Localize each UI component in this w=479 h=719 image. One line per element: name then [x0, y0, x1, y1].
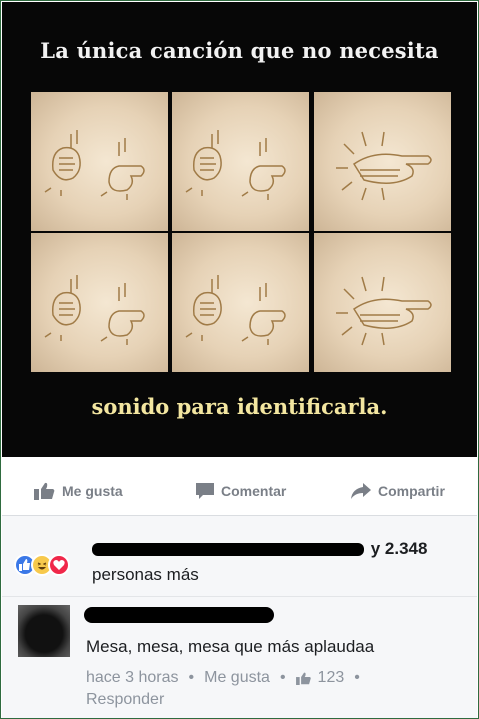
reaction-icons — [14, 554, 84, 578]
comment-likes-count: 123 — [317, 669, 345, 686]
comment-time[interactable]: hace 3 horas — [86, 669, 179, 687]
post-action-bar: Me gusta Comentar Compartir — [2, 459, 477, 516]
separator-dot: • — [279, 669, 286, 686]
panel-stomp-1 — [31, 92, 168, 231]
meme-title: La única canción que no necesita — [40, 38, 439, 63]
thumbs-up-icon — [295, 672, 311, 685]
avatar[interactable] — [18, 605, 70, 657]
reactions-suffix: personas más — [92, 565, 199, 584]
panel-clap-1 — [314, 92, 451, 231]
meme-caption: sonido para identificarla. — [91, 394, 388, 419]
comment-like-link[interactable]: Me gusta — [204, 669, 270, 687]
redacted-names — [92, 543, 364, 557]
like-button-label: Me gusta — [62, 483, 123, 499]
like-button[interactable]: Me gusta — [34, 479, 123, 503]
panel-stomp-2 — [172, 92, 309, 231]
comment-button-label: Comentar — [221, 483, 287, 499]
comment-meta: hace 3 horas • Me gusta • 123 • — [86, 669, 370, 687]
thumbs-up-icon — [34, 482, 55, 500]
redacted-commenter-name[interactable] — [84, 607, 274, 623]
reply-link[interactable]: Responder — [86, 691, 164, 709]
share-arrow-icon — [351, 483, 371, 499]
panel-clap-2 — [314, 233, 451, 372]
separator-dot: • — [188, 669, 195, 686]
reactions-summary[interactable]: y 2.348 personas más — [2, 516, 477, 597]
separator-dot: • — [354, 669, 360, 686]
panel-stomp-3 — [31, 233, 168, 372]
share-button-label: Compartir — [378, 483, 445, 499]
reactions-text: y 2.348 personas más — [92, 536, 462, 588]
comment: Mesa, mesa, mesa que más aplaudaa hace 3… — [2, 597, 477, 718]
love-icon — [48, 554, 70, 576]
reactions-count: y 2.348 — [370, 539, 428, 558]
comment-button[interactable]: Comentar — [195, 479, 286, 503]
comment-text: Mesa, mesa, mesa que más aplaudaa — [86, 637, 375, 656]
facebook-post: La única canción que no necesita sonido … — [0, 0, 479, 719]
share-button[interactable]: Compartir — [350, 479, 445, 503]
panel-stomp-4 — [172, 233, 309, 372]
meme-image: La única canción que no necesita sonido … — [2, 2, 477, 457]
comment-icon — [196, 483, 214, 499]
